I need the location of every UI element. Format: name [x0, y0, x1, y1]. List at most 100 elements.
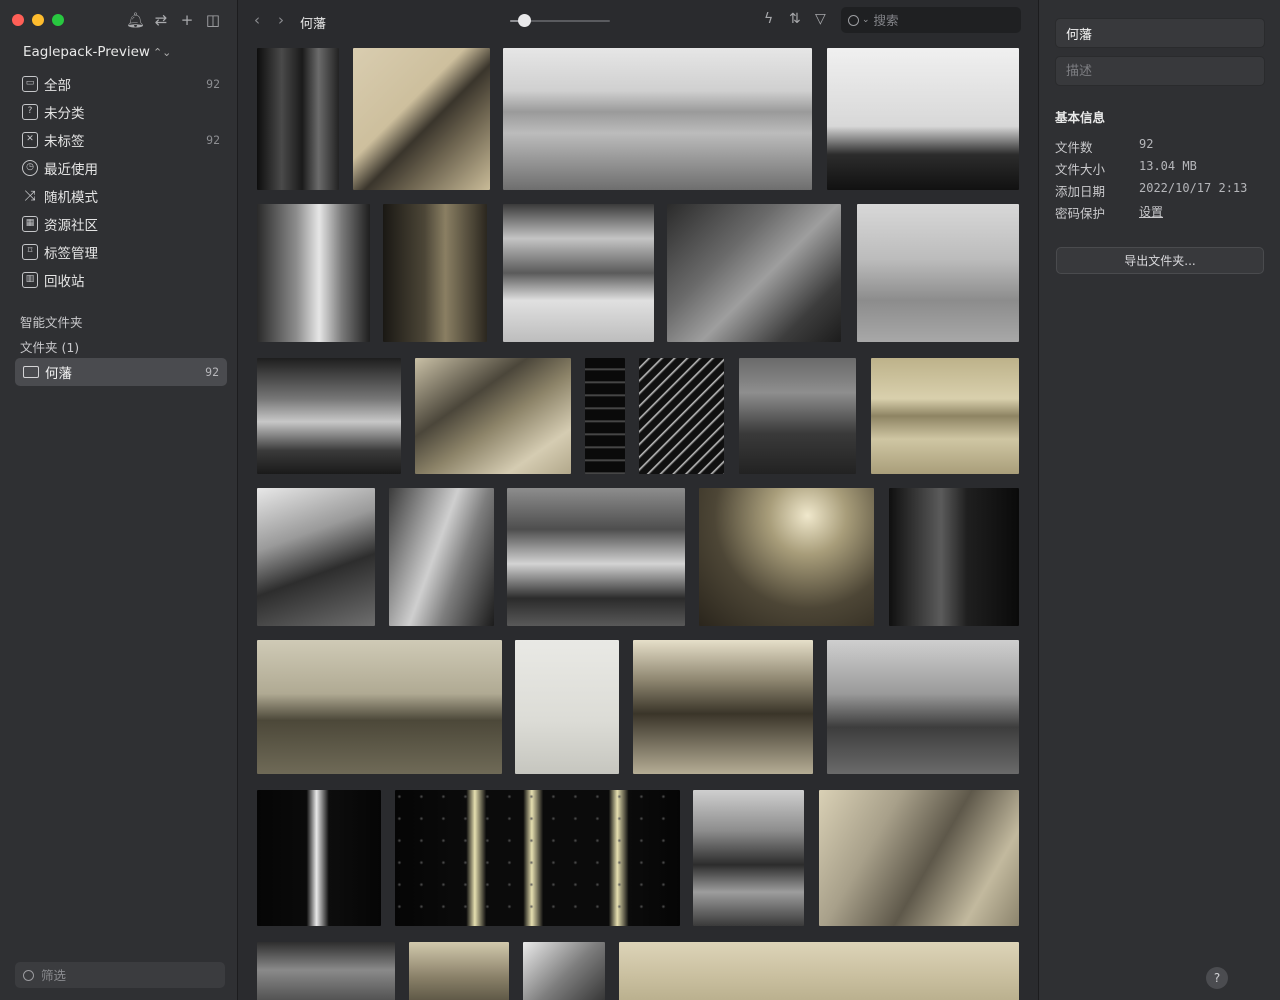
image-thumbnail[interactable] [353, 48, 490, 190]
inbox-icon: ▭ [22, 76, 38, 92]
image-thumbnail[interactable] [415, 358, 571, 474]
image-thumbnail[interactable] [257, 640, 502, 774]
trash-icon: ▥ [22, 272, 38, 288]
image-thumbnail[interactable] [827, 48, 1019, 190]
add-icon[interactable]: + [178, 10, 196, 30]
image-thumbnail[interactable] [619, 942, 1019, 1000]
sidebar-item-count: 92 [206, 133, 220, 147]
image-thumbnail[interactable] [515, 640, 619, 774]
sidebar-item-community[interactable]: ▦ 资源社区 [14, 210, 228, 238]
image-thumbnail[interactable] [857, 204, 1019, 342]
sidebar-nav: ▭ 全部 92 ? 未分类 ✕ 未标签 92 ◷ 最近使用 ⤨ 随机模式 ▦ 资… [14, 70, 228, 294]
main-toolbar: ‹ › 何藩 ϟ ⇅ ▽ ⌄ [238, 0, 1038, 42]
sidebar-item-label: 标签管理 [44, 246, 98, 262]
description-field[interactable] [1055, 56, 1265, 86]
basic-info-heading: 基本信息 [1055, 110, 1106, 125]
inspector-panel: 基本信息 文件数 92 文件大小 13.04 MB 添加日期 2022/10/1… [1038, 0, 1280, 1000]
sidebar-item-label: 最近使用 [44, 162, 98, 178]
breadcrumb: 何藩 [300, 17, 327, 32]
image-thumbnail[interactable] [395, 790, 680, 926]
lightning-icon[interactable]: ϟ [764, 11, 773, 27]
sidebar-item-all[interactable]: ▭ 全部 92 [14, 70, 228, 98]
image-thumbnail[interactable] [507, 488, 685, 626]
image-thumbnail[interactable] [827, 640, 1019, 774]
info-row-date-added: 添加日期 2022/10/17 2:13 [1055, 181, 1265, 200]
search-icon [848, 14, 859, 26]
sidebar-item-tag-manager[interactable]: ⌑ 标签管理 [14, 238, 228, 266]
image-thumbnail[interactable] [699, 488, 874, 626]
folder-name-field[interactable] [1055, 18, 1265, 48]
info-key: 文件数 [1055, 140, 1093, 155]
image-grid [238, 42, 1038, 1000]
filter-input[interactable] [41, 967, 201, 983]
image-thumbnail[interactable] [667, 204, 841, 342]
info-value: 2022/10/17 2:13 [1139, 181, 1248, 195]
community-icon: ▦ [22, 216, 38, 232]
info-value: 13.04 MB [1139, 159, 1197, 173]
sidebar-item-label: 未标签 [44, 134, 85, 150]
zoom-slider-thumb[interactable] [517, 14, 531, 27]
bookmark-icon: ⌑ [22, 244, 38, 260]
help-button[interactable]: ? [1206, 967, 1228, 989]
info-row-file-count: 文件数 92 [1055, 137, 1265, 156]
forward-arrow-icon[interactable]: › [278, 11, 284, 29]
info-key: 文件大小 [1055, 162, 1106, 177]
zoom-slider[interactable] [510, 14, 610, 27]
sidebar-toolbar: 🔔︎ ⇄ + ◫ [126, 10, 222, 30]
zoom-window-button[interactable] [52, 14, 64, 26]
chevron-down-icon[interactable]: ⌄ [862, 15, 870, 25]
bell-icon[interactable]: 🔔︎ [126, 10, 145, 30]
search-input[interactable] [873, 12, 1004, 28]
image-thumbnail[interactable] [523, 942, 605, 1000]
password-settings-link[interactable]: 设置 [1139, 203, 1163, 222]
sidebar-item-count: 92 [206, 77, 220, 91]
image-thumbnail[interactable] [257, 48, 339, 190]
image-thumbnail[interactable] [257, 790, 381, 926]
folder-icon [23, 366, 39, 378]
image-thumbnail[interactable] [257, 204, 370, 342]
image-thumbnail[interactable] [389, 488, 494, 626]
sidebar-item-random[interactable]: ⤨ 随机模式 [14, 182, 228, 210]
image-thumbnail[interactable] [871, 358, 1019, 474]
sidebar-item-trash[interactable]: ▥ 回收站 [14, 266, 228, 294]
image-thumbnail[interactable] [639, 358, 724, 474]
smart-folders-heading[interactable]: 智能文件夹 [20, 312, 83, 331]
sidebar-item-recent[interactable]: ◷ 最近使用 [14, 154, 228, 182]
tag-off-icon: ✕ [22, 132, 38, 148]
library-name: Eaglepack-Preview [23, 44, 150, 60]
library-switcher[interactable]: Eaglepack-Preview ⌃⌄ [23, 44, 171, 60]
image-thumbnail[interactable] [503, 204, 654, 342]
info-key: 添加日期 [1055, 184, 1106, 199]
filter-funnel-icon[interactable]: ▽ [815, 11, 826, 27]
folder-item-label: 何藩 [45, 366, 72, 382]
image-thumbnail[interactable] [633, 640, 813, 774]
image-thumbnail[interactable] [257, 942, 395, 1000]
export-folder-button[interactable]: 导出文件夹... [1056, 247, 1264, 274]
image-thumbnail[interactable] [819, 790, 1019, 926]
back-arrow-icon[interactable]: ‹ [254, 11, 260, 29]
image-thumbnail[interactable] [739, 358, 856, 474]
image-thumbnail[interactable] [585, 358, 625, 474]
sidebar-item-uncategorized[interactable]: ? 未分类 [14, 98, 228, 126]
search-box: ⌄ [841, 7, 1021, 33]
chevron-up-down-icon: ⌃⌄ [152, 46, 172, 59]
window-controls [12, 14, 64, 26]
sync-icon[interactable]: ⇄ [152, 10, 170, 30]
image-thumbnail[interactable] [257, 488, 375, 626]
folder-item-count: 92 [205, 365, 219, 379]
sort-icon[interactable]: ⇅ [789, 11, 801, 27]
image-thumbnail[interactable] [693, 790, 804, 926]
folders-heading[interactable]: 文件夹 (1) [20, 337, 79, 356]
shuffle-icon: ⤨ [24, 188, 36, 204]
image-thumbnail[interactable] [383, 204, 487, 342]
sidebar-item-label: 全部 [44, 78, 71, 94]
folder-item[interactable]: 何藩 92 [15, 358, 227, 386]
image-thumbnail[interactable] [503, 48, 812, 190]
image-thumbnail[interactable] [889, 488, 1019, 626]
sidebar-toggle-icon[interactable]: ◫ [204, 10, 222, 30]
minimize-window-button[interactable] [32, 14, 44, 26]
image-thumbnail[interactable] [409, 942, 509, 1000]
sidebar-item-untagged[interactable]: ✕ 未标签 92 [14, 126, 228, 154]
close-window-button[interactable] [12, 14, 24, 26]
image-thumbnail[interactable] [257, 358, 401, 474]
